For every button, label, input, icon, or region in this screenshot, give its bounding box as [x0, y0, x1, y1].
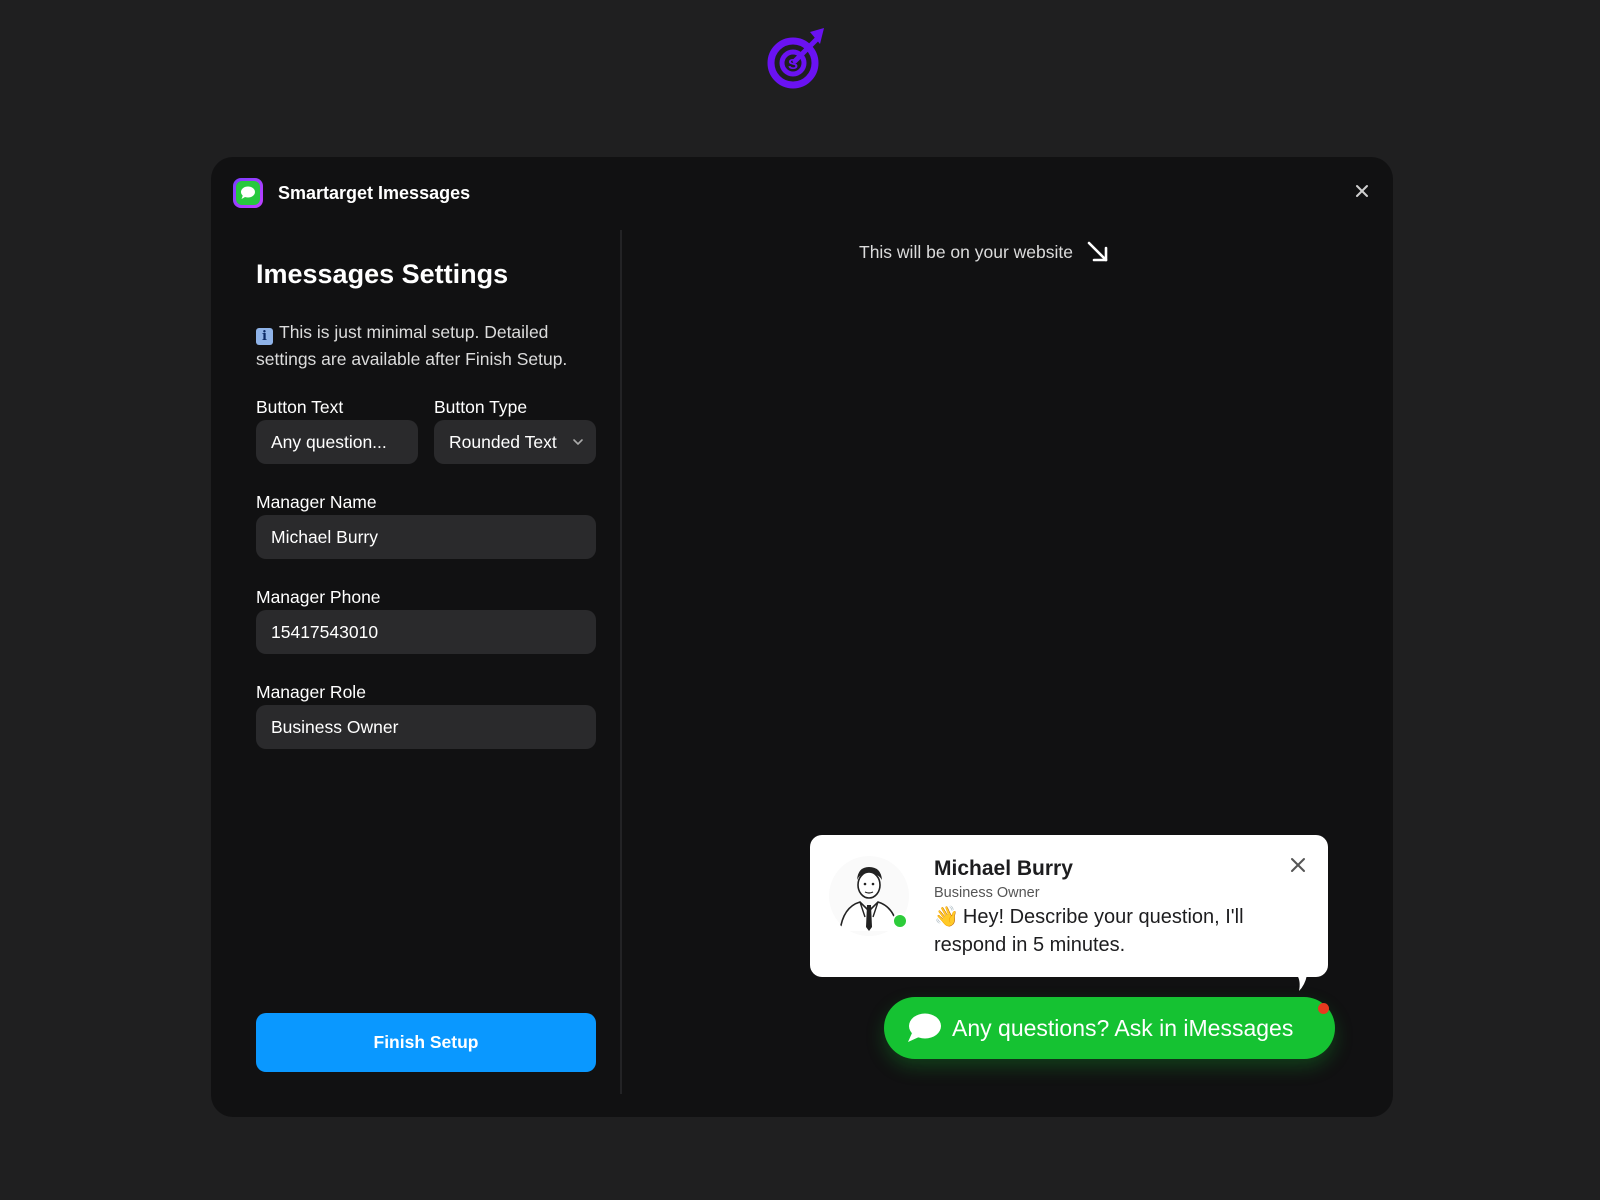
manager-name-value: Michael Burry	[271, 526, 378, 547]
manager-phone-value: 15417543010	[271, 621, 379, 642]
smartarget-logo-icon: S	[767, 28, 824, 89]
setup-modal: Smartarget Imessages Imessages Settings …	[211, 157, 1393, 1117]
app-title: Smartarget Imessages	[278, 182, 471, 203]
manager-role-input[interactable]: Business Owner	[256, 705, 596, 749]
manager-name-input[interactable]: Michael Burry	[256, 515, 596, 559]
app-header: Smartarget Imessages	[233, 178, 470, 208]
chevron-down-icon	[573, 439, 583, 446]
online-status-dot	[892, 913, 908, 929]
cta-label: Any questions? Ask in iMessages	[952, 1014, 1294, 1041]
preview-caption: This will be on your website	[859, 239, 1111, 265]
info-note-text: This is just minimal setup. Detailed set…	[256, 322, 568, 369]
manager-phone-label: Manager Phone	[256, 587, 381, 607]
notification-badge	[1318, 1003, 1329, 1014]
close-modal-button[interactable]	[1351, 180, 1373, 202]
finish-setup-button[interactable]: Finish Setup	[256, 1013, 596, 1072]
button-type-label: Button Type	[434, 397, 528, 417]
preview-caption-text: This will be on your website	[859, 241, 1073, 262]
chat-bubble-icon	[908, 1013, 941, 1042]
popup-message-text: Hey! Describe your question, I'll respon…	[934, 906, 1244, 956]
button-type-value: Rounded Text	[449, 431, 557, 452]
close-icon	[1356, 185, 1368, 197]
info-icon: i	[256, 328, 273, 345]
imessages-app-icon	[233, 178, 263, 208]
manager-phone-input[interactable]: 15417543010	[256, 610, 596, 654]
popup-manager-name: Michael Burry	[934, 857, 1073, 880]
manager-name-label: Manager Name	[256, 492, 377, 512]
chat-popup[interactable]: Michael Burry Business Owner 👋 Hey! Descr…	[810, 835, 1328, 991]
popup-tail	[1285, 963, 1311, 991]
panel-divider	[620, 230, 622, 1094]
popup-manager-role: Business Owner	[934, 885, 1040, 901]
button-text-value: Any question...	[271, 431, 387, 452]
popup-message: 👋 Hey! Describe your question, I'll respo…	[934, 903, 1294, 959]
settings-title: Imessages Settings	[256, 259, 509, 289]
imessages-cta-button[interactable]: Any questions? Ask in iMessages	[884, 997, 1335, 1059]
popup-close-icon[interactable]	[1288, 855, 1308, 875]
wave-emoji-icon: 👋	[934, 906, 959, 928]
button-text-label: Button Text	[256, 397, 344, 417]
button-type-select[interactable]: Rounded Text	[434, 420, 596, 464]
manager-role-label: Manager Role	[256, 682, 366, 702]
arrow-down-right-icon	[1087, 241, 1108, 262]
info-note: i This is just minimal setup. Detailed se…	[256, 319, 601, 373]
manager-role-value: Business Owner	[271, 716, 399, 737]
button-text-input[interactable]: Any question...	[256, 420, 418, 464]
